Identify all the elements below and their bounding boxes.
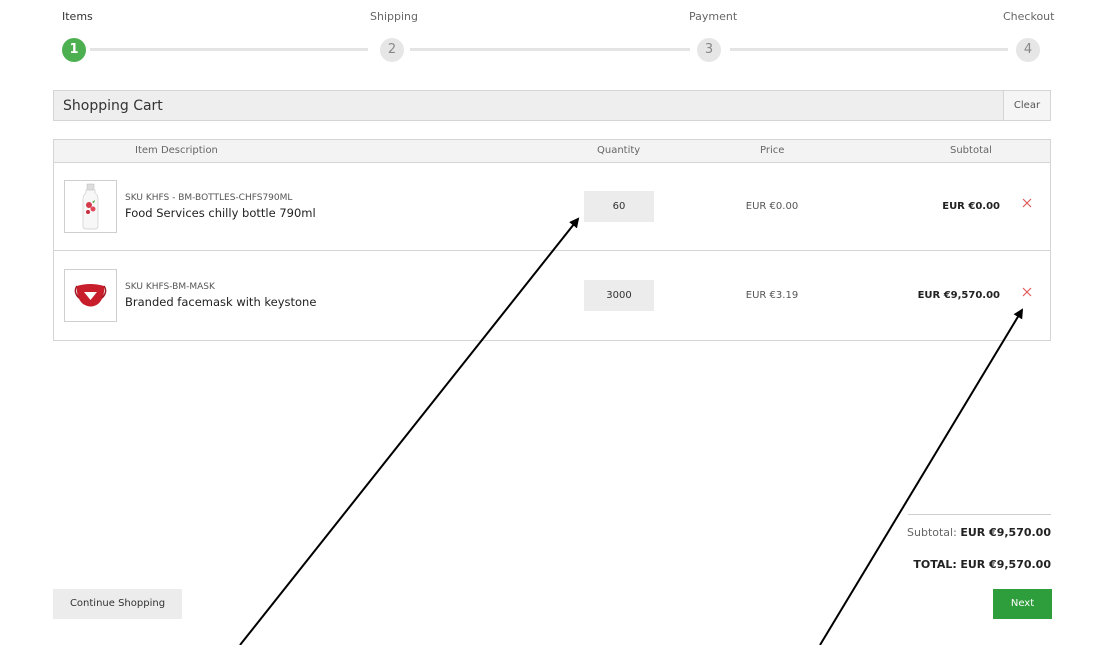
annotation-arrow-remove [819,308,1024,645]
annotation-arrows [239,217,1024,645]
annotation-arrow-quantity [239,217,580,645]
